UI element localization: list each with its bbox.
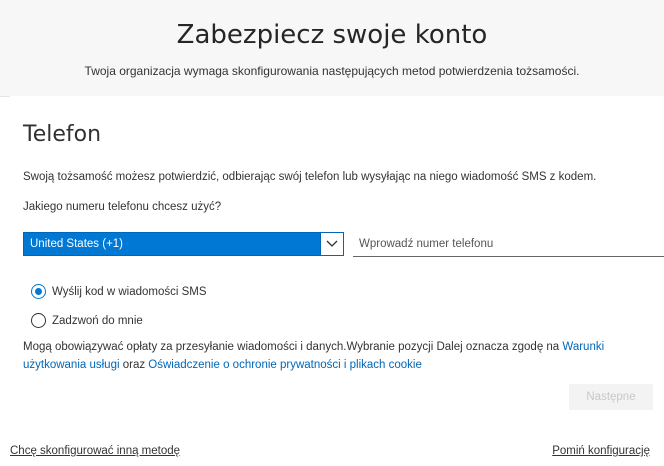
sms-radio[interactable]	[31, 284, 46, 299]
page-subtitle: Twoja organizacja wymaga skonfigurowania…	[84, 64, 580, 78]
skip-setup-link[interactable]: Pomiń konfigurację	[552, 445, 650, 457]
page-title: Zabezpiecz swoje konto	[176, 20, 488, 50]
section-title: Telefon	[23, 122, 102, 147]
header: Zabezpiecz swoje konto Twoja organizacja…	[0, 0, 664, 97]
country-code-select[interactable]: United States (+1)	[23, 232, 344, 256]
terms-text-before: Mogą obowiązywać opłaty za przesyłanie w…	[23, 341, 563, 353]
chevron-down-icon	[320, 233, 343, 255]
phone-number-input[interactable]	[353, 231, 664, 257]
terms-text-mid: oraz	[119, 359, 149, 371]
section-description: Swoją tożsamość możesz potwierdzić, odbi…	[23, 171, 597, 183]
privacy-statement-link[interactable]: Oświadczenie o ochronie prywatności i pl…	[148, 359, 422, 371]
call-option[interactable]: Zadzwoń do mnie	[31, 313, 143, 328]
sms-option[interactable]: Wyślij kod w wiadomości SMS	[31, 284, 207, 299]
terms-notice: Mogą obowiązywać opłaty za przesyłanie w…	[23, 338, 653, 374]
next-button[interactable]: Następne	[569, 384, 653, 410]
call-radio[interactable]	[31, 313, 46, 328]
other-method-link[interactable]: Chcę skonfigurować inną metodę	[10, 445, 180, 457]
content-card	[10, 96, 664, 436]
country-code-value: United States (+1)	[30, 238, 124, 250]
sms-option-label: Wyślij kod w wiadomości SMS	[52, 285, 207, 298]
call-option-label: Zadzwoń do mnie	[52, 314, 143, 327]
phone-question-label: Jakiego numeru telefonu chcesz użyć?	[23, 201, 222, 213]
